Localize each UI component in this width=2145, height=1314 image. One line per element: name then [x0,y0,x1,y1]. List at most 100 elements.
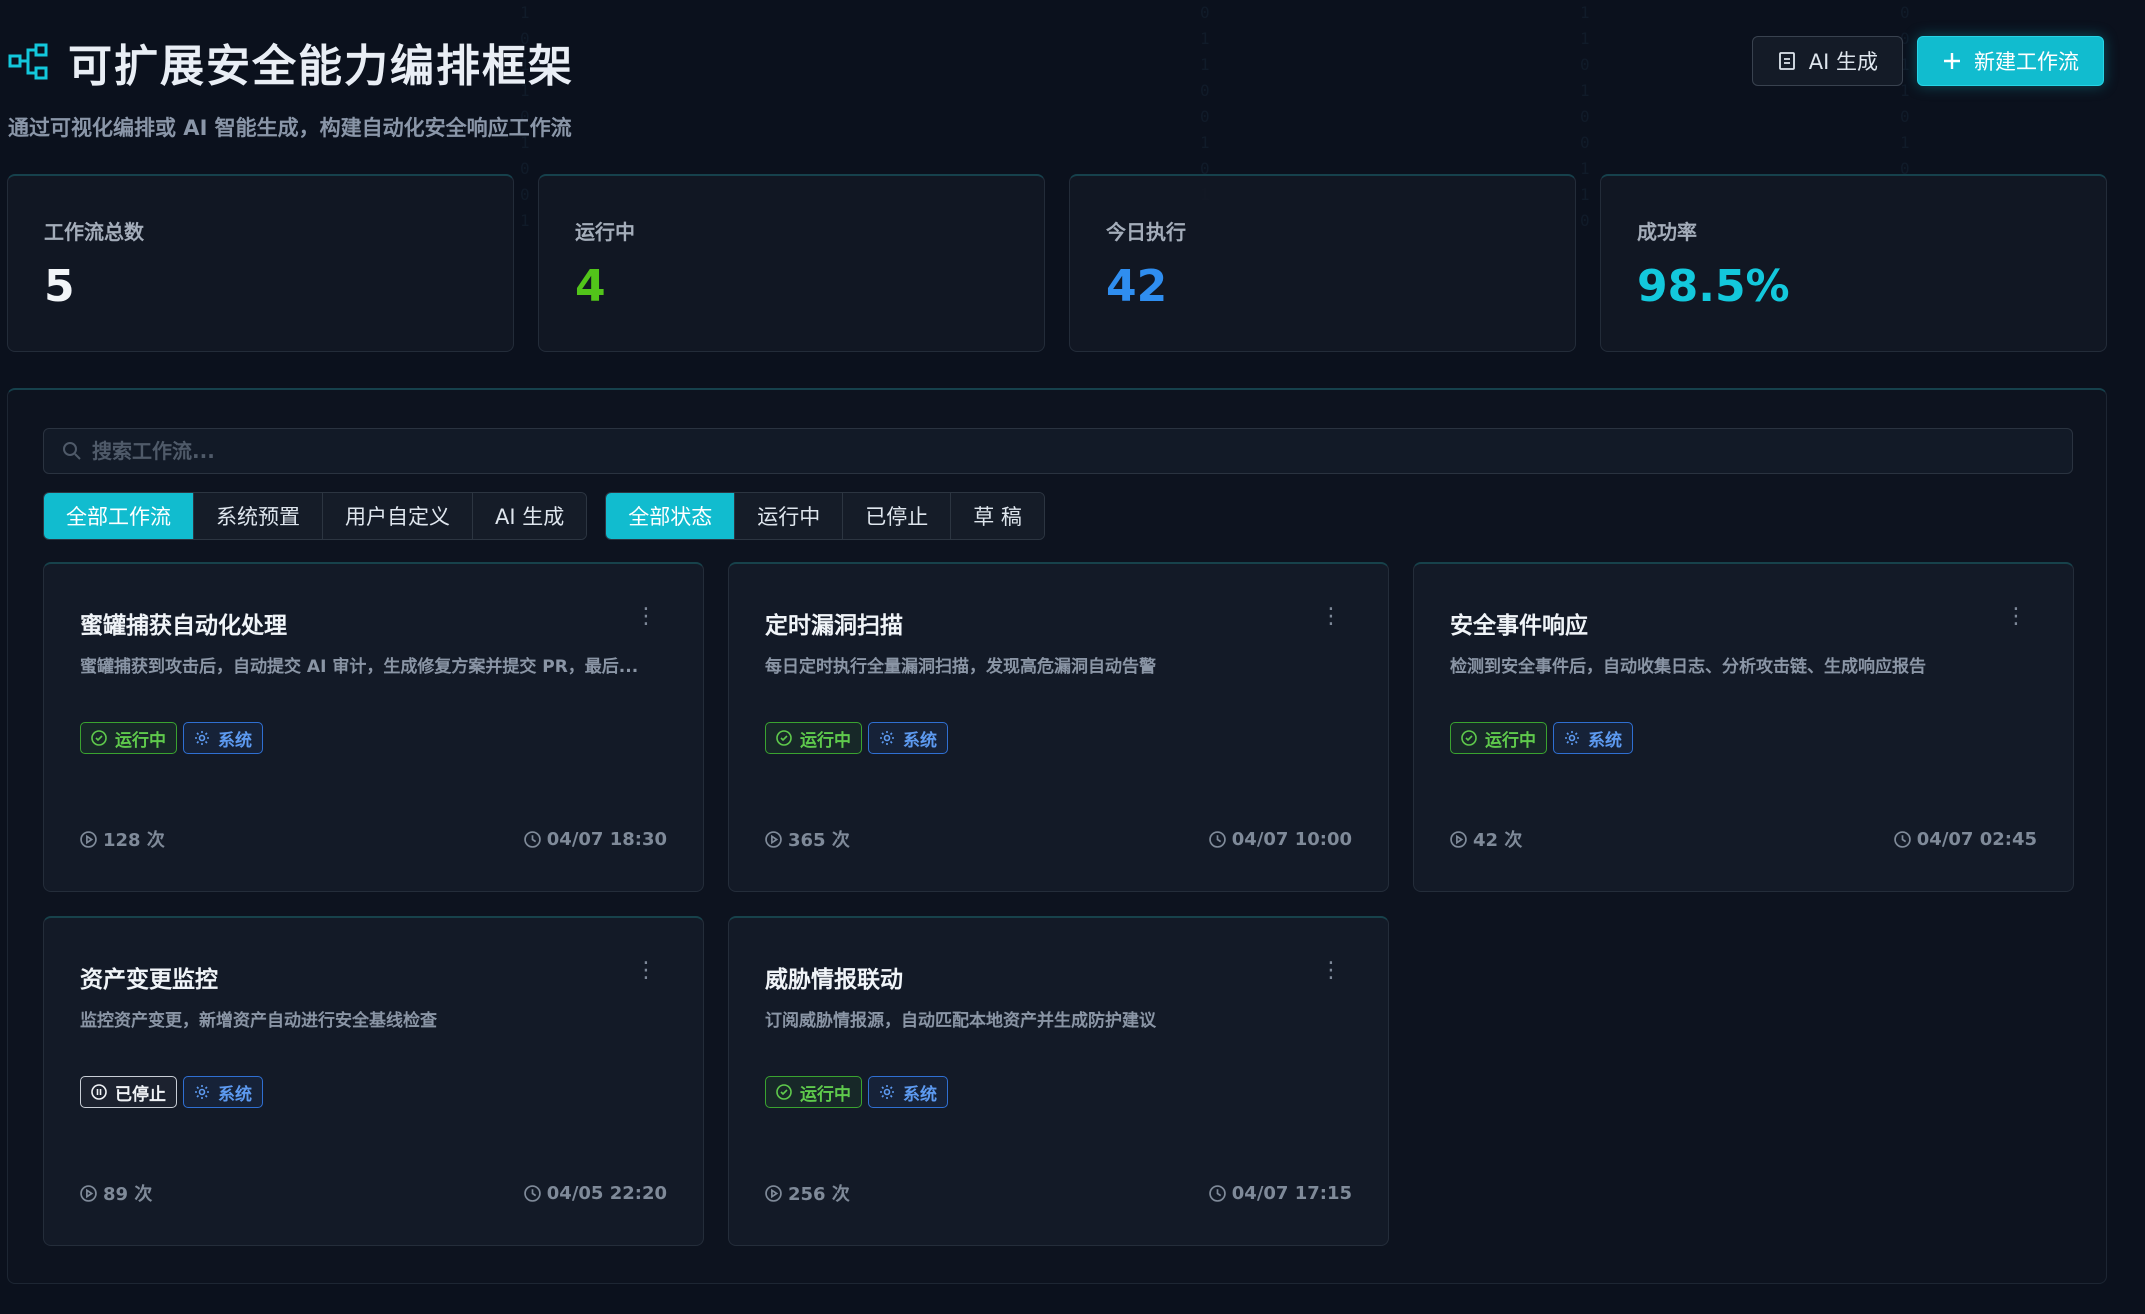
ai-generate-button[interactable]: AI 生成 [1751,36,1903,86]
workflow-card[interactable]: 定时漏洞扫描 ⋮ 每日定时执行全量漏洞扫描，发现高危漏洞自动告警 运行中 系统 … [728,562,1389,892]
status-label: 运行中 [1485,730,1536,751]
workflow-description: 每日定时执行全量漏洞扫描，发现高危漏洞自动告警 [765,657,1156,677]
workflow-card[interactable]: 蜜罐捕获自动化处理 ⋮ 蜜罐捕获到攻击后，自动提交 AI 审计，生成修复方案并提… [43,562,704,892]
clock-icon [1893,830,1911,848]
pause-circle-icon [91,1084,107,1100]
more-options-icon[interactable]: ⋮ [2005,604,2027,629]
stat-label: 工作流总数 [44,220,144,244]
status-badge: 运行中 [1450,722,1547,754]
new-workflow-button[interactable]: 新建工作流 [1917,36,2104,86]
run-count: 128 次 [80,826,165,852]
workflow-card[interactable]: 资产变更监控 ⋮ 监控资产变更，新增资产自动进行安全基线检查 已停止 系统 89… [43,916,704,1246]
status-label: 运行中 [800,730,851,751]
workflow-icon [8,41,50,83]
stat-label: 成功率 [1637,220,1697,244]
status-badge: 已停止 [80,1076,177,1108]
filter-running[interactable]: 运行中 [735,493,844,539]
clock-icon [523,830,541,848]
gear-icon [1564,730,1580,746]
check-circle-icon [91,730,107,746]
run-count: 42 次 [1450,826,1522,852]
search-icon [62,441,82,461]
last-run-time-value: 04/07 10:00 [1231,828,1352,850]
run-count-value: 256 次 [788,1184,850,1205]
filter-user-defined[interactable]: 用户自定义 [323,493,473,539]
gear-icon [194,1084,210,1100]
last-run-time-value: 04/07 18:30 [546,828,667,850]
filter-all-status[interactable]: 全部状态 [606,493,736,539]
stat-value: 5 [44,261,75,312]
last-run-time-value: 04/07 02:45 [1916,828,2037,850]
run-count: 89 次 [80,1180,152,1206]
type-label: 系统 [218,730,252,751]
check-circle-icon [776,730,792,746]
more-options-icon[interactable]: ⋮ [1320,958,1342,983]
run-count-value: 365 次 [788,830,850,851]
page-subtitle: 通过可视化编排或 AI 智能生成，构建自动化安全响应工作流 [8,116,572,140]
robot-icon [1777,51,1797,71]
workflow-title: 威胁情报联动 [765,967,903,993]
gear-icon [194,730,210,746]
plus-icon [1942,51,1962,71]
clock-icon [1208,830,1226,848]
type-label: 系统 [218,1084,252,1105]
workflow-title: 定时漏洞扫描 [765,613,903,639]
gear-icon [879,1084,895,1100]
run-count-value: 89 次 [103,1184,153,1205]
type-badge: 系统 [1553,722,1633,754]
stat-value: 42 [1106,261,1168,312]
run-count-value: 128 次 [103,830,165,851]
stat-value: 4 [575,261,606,312]
status-badge: 运行中 [765,722,862,754]
filter-system-preset[interactable]: 系统预置 [194,493,323,539]
stat-value: 98.5% [1637,261,1790,312]
status-badge: 运行中 [80,722,177,754]
filter-all-workflows[interactable]: 全部工作流 [44,493,194,539]
workflow-description: 监控资产变更，新增资产自动进行安全基线检查 [80,1011,437,1031]
run-count: 365 次 [765,826,850,852]
play-circle-icon [765,830,782,848]
new-workflow-label: 新建工作流 [1974,50,2079,74]
check-circle-icon [1461,730,1477,746]
status-filter-group: 全部状态 运行中 已停止 草 稿 [605,492,1045,540]
search-input[interactable] [92,439,2072,463]
filter-stopped[interactable]: 已停止 [843,493,952,539]
workflow-title: 安全事件响应 [1450,613,1588,639]
stat-card-total: 工作流总数 5 [7,174,514,352]
workflow-card[interactable]: 安全事件响应 ⋮ 检测到安全事件后，自动收集日志、分析攻击链、生成响应报告 运行… [1413,562,2074,892]
workflow-title: 蜜罐捕获自动化处理 [80,613,287,639]
status-label: 已停止 [115,1084,166,1105]
last-run-time: 04/07 02:45 [1893,826,2037,852]
last-run-time: 04/05 22:20 [523,1180,667,1206]
last-run-time-value: 04/07 17:15 [1231,1182,1352,1204]
workflow-description: 订阅威胁情报源，自动匹配本地资产并生成防护建议 [765,1011,1156,1031]
stat-card-running: 运行中 4 [538,174,1045,352]
last-run-time: 04/07 17:15 [1208,1180,1352,1206]
filter-draft[interactable]: 草 稿 [951,493,1044,539]
clock-icon [1208,1184,1226,1202]
ai-generate-label: AI 生成 [1808,50,1878,74]
search-bar[interactable] [43,428,2073,474]
clock-icon [523,1184,541,1202]
stat-card-success-rate: 成功率 98.5% [1600,174,2107,352]
last-run-time-value: 04/05 22:20 [546,1182,667,1204]
type-badge: 系统 [183,1076,263,1108]
play-circle-icon [80,1184,97,1202]
type-badge: 系统 [183,722,263,754]
play-circle-icon [80,830,97,848]
check-circle-icon [776,1084,792,1100]
type-badge: 系统 [868,1076,948,1108]
status-label: 运行中 [115,730,166,751]
type-label: 系统 [1588,730,1622,751]
workflow-card[interactable]: 威胁情报联动 ⋮ 订阅威胁情报源，自动匹配本地资产并生成防护建议 运行中 系统 … [728,916,1389,1246]
run-count-value: 42 次 [1473,830,1523,851]
play-circle-icon [765,1184,782,1202]
more-options-icon[interactable]: ⋮ [1320,604,1342,629]
more-options-icon[interactable]: ⋮ [635,958,657,983]
more-options-icon[interactable]: ⋮ [635,604,657,629]
page-header: 可扩展安全能力编排框架 通过可视化编排或 AI 智能生成，构建自动化安全响应工作… [8,30,2138,140]
filter-ai-generated[interactable]: AI 生成 [473,493,587,539]
status-label: 运行中 [800,1084,851,1105]
workflow-card-grid: 蜜罐捕获自动化处理 ⋮ 蜜罐捕获到攻击后，自动提交 AI 审计，生成修复方案并提… [43,562,2074,1246]
stat-label: 运行中 [575,220,635,244]
